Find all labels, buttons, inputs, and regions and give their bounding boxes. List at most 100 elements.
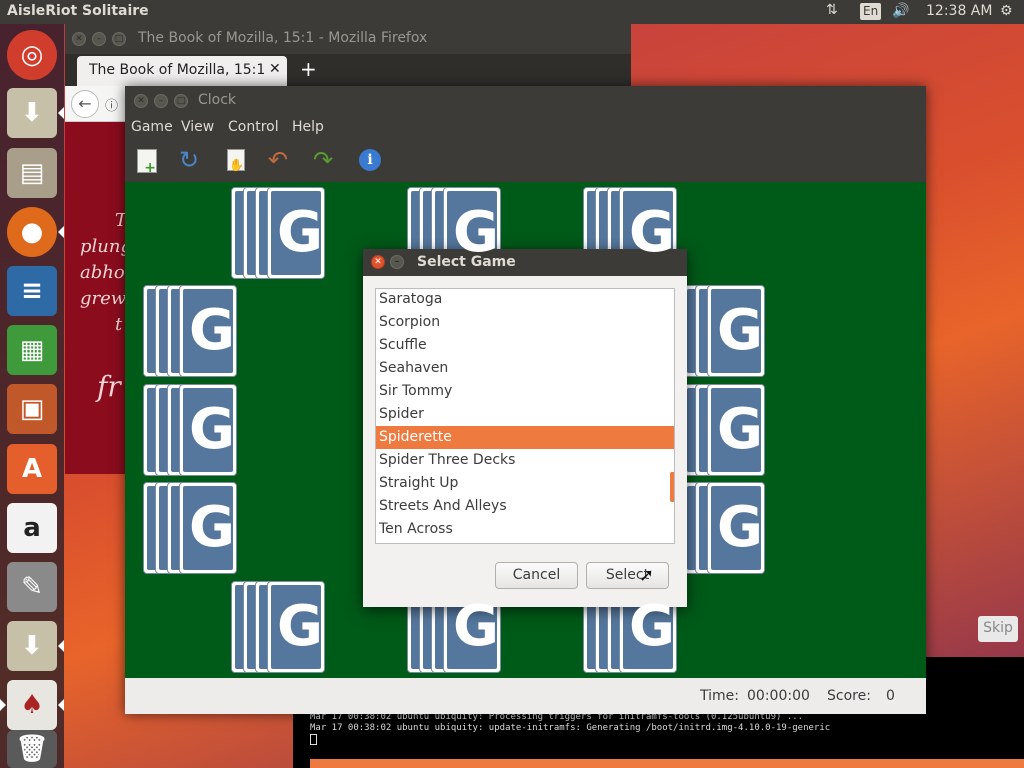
gnome-foot-icon: G [277,594,323,659]
new-game-icon[interactable]: + [137,149,157,176]
installer-icon[interactable]: ⬇ [7,88,64,138]
firefox-tabbar: The Book of Mozilla, 15:1 ✕ + [65,54,631,86]
card-back[interactable]: G [267,187,325,279]
app-title: AisleRiot Solitaire [7,3,149,19]
calc-icon[interactable]: ▦ [7,325,57,375]
solitaire-titlebar: ✕ – □ Clock [125,86,926,116]
card-back[interactable]: G [707,384,765,476]
restart-icon[interactable]: ↻ [179,146,199,174]
select-game-icon[interactable]: ✋ [227,149,245,172]
firefox-icon[interactable]: ● [7,207,64,257]
list-item[interactable]: Spider Three Decks [376,449,662,472]
solitaire-icon[interactable]: ♠ [0,680,64,730]
software-center-icon[interactable]: A [7,444,57,494]
close-icon[interactable]: ✕ [72,32,86,46]
list-item[interactable]: Streets And Alleys [376,495,662,518]
list-item[interactable]: Saratoga [376,289,662,311]
card-back[interactable]: G [179,384,237,476]
mouse-cursor-icon: ➚ [639,565,655,586]
volume-icon[interactable]: 🔊 [892,3,909,19]
page-text: fr [97,370,121,403]
gear-icon[interactable]: ⚙ [1000,3,1013,19]
window-title: Clock [198,92,237,108]
log-line: Mar 17 00:38:02 ubuntu ubiquity: update-… [310,723,831,733]
gnome-foot-icon: G [189,397,235,462]
maximize-icon[interactable]: □ [174,94,188,108]
clock-indicator[interactable]: 12:38 AM [926,3,992,19]
gnome-foot-icon: G [453,200,499,265]
trash-icon[interactable]: 🗑 [7,730,57,768]
score-value: 0 [886,688,895,704]
close-icon[interactable]: ✕ [134,94,148,108]
network-icon[interactable]: ⇅ [826,2,838,18]
menu-game[interactable]: Game [131,119,173,135]
menubar: Game View Control Help [125,116,926,140]
gnome-foot-icon: G [453,594,499,659]
install-progress-bar [310,759,1024,768]
list-item[interactable]: Straight Up [376,472,662,495]
card-back[interactable]: G [179,285,237,377]
tab-book-of-mozilla[interactable]: The Book of Mozilla, 15:1 ✕ [77,56,287,86]
list-item[interactable]: Scuffle [376,334,662,357]
statusbar: Time: 00:00:00 Score: 0 [125,678,926,714]
redo-icon[interactable]: ↷ [313,146,333,174]
gnome-foot-icon: G [629,200,675,265]
hint-icon[interactable]: i [359,149,381,171]
gnome-foot-icon: G [717,495,763,560]
gnome-foot-icon: G [189,298,235,363]
keyboard-layout-indicator[interactable]: En [860,3,882,20]
installer-icon[interactable]: ⬇ [7,621,64,671]
files-icon[interactable]: ▤ [7,148,57,198]
gnome-foot-icon: G [629,594,675,659]
card-back[interactable]: G [179,482,237,574]
time-label: Time: [700,688,739,704]
menu-view[interactable]: View [181,119,214,135]
card-back[interactable]: G [267,581,325,673]
minimize-icon[interactable]: – [390,255,404,269]
card-back[interactable]: G [707,482,765,574]
score-label: Score: [827,688,871,704]
launcher: ◎ ⬇ ▤ ● ≡ ▦ ▣ A a ✎ ⬇ ♠ 🗑 [0,24,64,768]
impress-icon[interactable]: ▣ [7,384,57,434]
scrollbar-thumb[interactable] [670,472,674,502]
list-item[interactable]: Sir Tommy [376,380,662,403]
list-item-selected[interactable]: Spiderette [376,426,674,449]
minimize-icon[interactable]: – [154,94,168,108]
undo-icon[interactable]: ↶ [268,146,288,174]
list-item[interactable]: Scorpion [376,311,662,334]
game-list[interactable]: Saratoga Scorpion Scuffle Seahaven Sir T… [375,288,675,544]
select-button[interactable]: Select [586,562,669,589]
back-button[interactable]: ← [71,90,99,118]
gnome-foot-icon: G [717,397,763,462]
card-back[interactable]: G [707,285,765,377]
close-icon[interactable]: ✕ [371,255,385,269]
close-tab-icon[interactable]: ✕ [269,61,281,77]
ubuntu-dash-icon[interactable]: ◎ [7,30,57,80]
maximize-icon[interactable]: □ [112,32,126,46]
window-title: The Book of Mozilla, 15:1 - Mozilla Fire… [138,30,428,46]
amazon-icon[interactable]: a [7,503,57,553]
page-text: t [115,314,123,335]
gnome-foot-icon: G [189,495,235,560]
gnome-foot-icon: G [277,200,323,265]
menu-help[interactable]: Help [292,119,324,135]
firefox-titlebar: ✕ – □ The Book of Mozilla, 15:1 - Mozill… [65,24,631,54]
gnome-foot-icon: G [717,298,763,363]
minimize-icon[interactable]: – [92,32,106,46]
system-settings-icon[interactable]: ✎ [7,562,57,612]
list-item[interactable]: Ten Across [376,518,662,541]
cancel-button[interactable]: Cancel [495,562,578,589]
skip-button[interactable]: Skip [978,616,1018,642]
page-text: grew [80,288,127,309]
new-tab-button[interactable]: + [300,57,317,81]
toolbar: + ↻ ✋ ↶ ↷ i [125,140,926,182]
info-icon[interactable]: ⓘ [105,95,118,114]
tab-label: The Book of Mozilla, 15:1 [89,62,266,78]
terminal-cursor [310,734,317,745]
menu-control[interactable]: Control [228,119,279,135]
list-item[interactable]: Spider [376,403,662,426]
list-item[interactable]: Seahaven [376,357,662,380]
time-value: 00:00:00 [747,688,810,704]
top-panel: AisleRiot Solitaire ⇅ En 🔊 12:38 AM ⚙ [0,0,1024,24]
writer-icon[interactable]: ≡ [7,266,57,316]
